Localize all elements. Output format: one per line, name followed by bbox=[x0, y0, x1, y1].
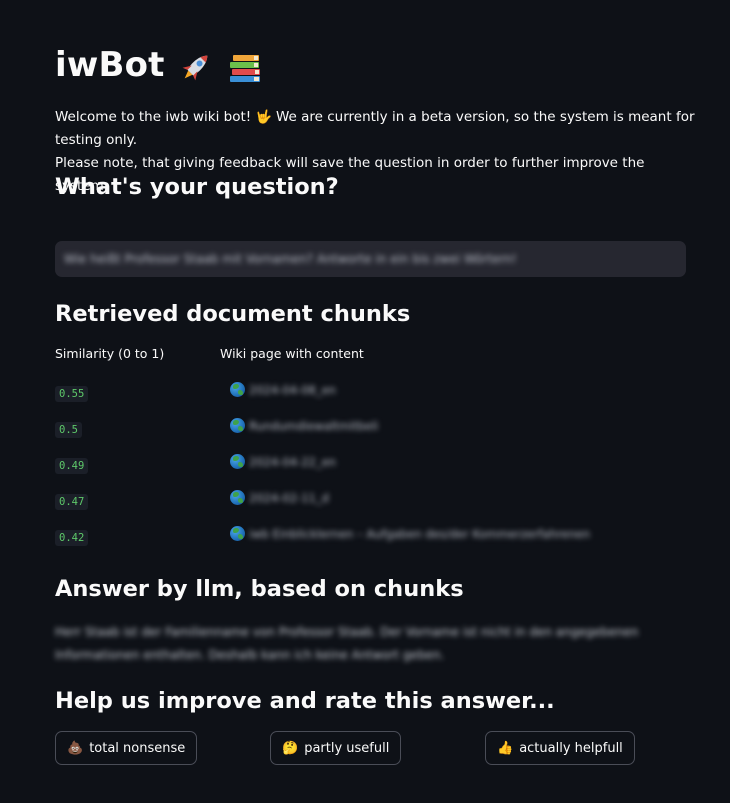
wiki-page-name: iwb Einblicklernen – Aufgaben des/der Ko… bbox=[249, 526, 590, 541]
similarity-score: 0.55 bbox=[55, 386, 89, 402]
similarity-column-header: Similarity (0 to 1) bbox=[55, 346, 165, 361]
answer-heading: Answer by llm, based on chunks bbox=[55, 576, 464, 602]
similarity-score: 0.47 bbox=[55, 494, 89, 510]
chunk-row: 0.49 2024-04-22_en bbox=[55, 454, 687, 476]
question-text: Wie heißt Professor Staab mit Vornamen? … bbox=[64, 252, 517, 266]
question-heading: What's your question? bbox=[55, 174, 339, 200]
globe-icon bbox=[230, 490, 245, 505]
similarity-score: 0.42 bbox=[55, 530, 89, 546]
title-text: iwBot bbox=[55, 45, 165, 85]
similarity-score: 0.5 bbox=[55, 422, 82, 438]
actually-helpfull-button[interactable]: 👍 actually helpfull bbox=[485, 731, 635, 765]
globe-icon bbox=[230, 454, 245, 469]
globe-icon bbox=[230, 382, 245, 397]
wiki-page-name: 2024-04-22_en bbox=[249, 454, 336, 469]
globe-icon bbox=[230, 526, 245, 541]
wiki-page-link[interactable]: 2024-02-11_d bbox=[230, 490, 329, 505]
total-nonsense-label: total nonsense bbox=[89, 740, 186, 756]
books-icon bbox=[229, 54, 260, 82]
total-nonsense-button[interactable]: 💩 total nonsense bbox=[55, 731, 198, 765]
question-display[interactable]: Wie heißt Professor Staab mit Vornamen? … bbox=[55, 241, 686, 277]
chunk-row: 0.47 2024-02-11_d bbox=[55, 490, 687, 512]
wiki-page-link[interactable]: Rundumdiewaltmitbeli bbox=[230, 418, 378, 433]
thumbs-up-icon: 👍 bbox=[497, 740, 514, 756]
globe-icon bbox=[230, 418, 245, 433]
answer-text: Herr Staab ist der Familienname von Prof… bbox=[55, 621, 655, 667]
rock-on-hand-icon: 🤟 bbox=[255, 110, 272, 125]
partly-usefull-label: partly usefull bbox=[304, 740, 390, 756]
wiki-page-link[interactable]: iwb Einblicklernen – Aufgaben des/der Ko… bbox=[230, 526, 590, 541]
rocket-icon bbox=[182, 55, 207, 80]
actually-helpfull-label: actually helpfull bbox=[519, 740, 623, 756]
wiki-page-link[interactable]: 2024-04-08_en bbox=[230, 382, 336, 397]
chunk-row: 0.42 iwb Einblicklernen – Aufgaben des/d… bbox=[55, 526, 687, 548]
rating-heading: Help us improve and rate this answer... bbox=[55, 688, 555, 714]
wiki-page-name: Rundumdiewaltmitbeli bbox=[249, 418, 379, 433]
answer-line1: Herr Staab ist der Familienname von Prof… bbox=[55, 625, 639, 639]
intro-line1-start: Welcome to the iwb wiki bot! bbox=[55, 109, 256, 125]
chunks-heading: Retrieved document chunks bbox=[55, 301, 411, 327]
answer-line2: Informationen enthalten. Deshalb kann ic… bbox=[55, 648, 445, 662]
wiki-page-name: 2024-02-11_d bbox=[249, 490, 329, 505]
partly-usefull-button[interactable]: 🤔 partly usefull bbox=[270, 731, 402, 765]
similarity-score: 0.49 bbox=[55, 458, 89, 474]
wiki-page-name: 2024-04-08_en bbox=[249, 382, 336, 397]
thinking-face-icon: 🤔 bbox=[282, 740, 299, 756]
page-title: iwBot bbox=[55, 45, 263, 86]
wiki-page-link[interactable]: 2024-04-22_en bbox=[230, 454, 336, 469]
chunk-row: 0.5 Rundumdiewaltmitbeli bbox=[55, 418, 687, 440]
chunk-row: 0.55 2024-04-08_en bbox=[55, 382, 687, 404]
poop-icon: 💩 bbox=[67, 740, 84, 756]
wiki-column-header: Wiki page with content bbox=[220, 346, 364, 361]
